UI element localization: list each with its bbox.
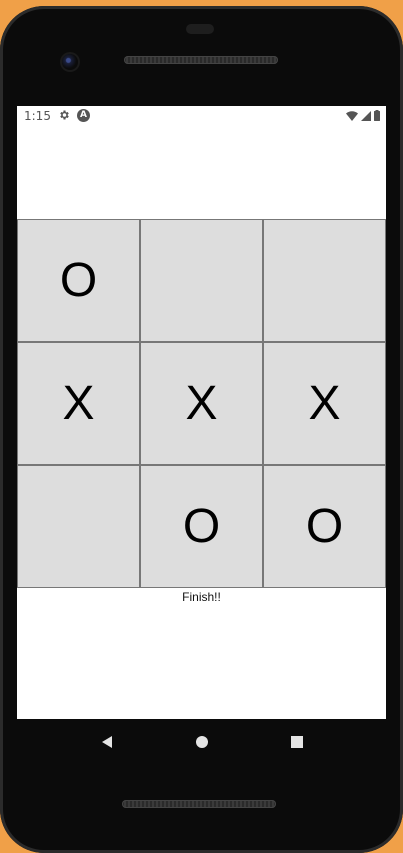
back-icon — [101, 736, 112, 748]
top-bezel-notch — [186, 24, 214, 34]
navigation-bar — [17, 719, 386, 765]
board-cell-2-2[interactable]: O — [263, 465, 386, 588]
board-cell-0-2[interactable] — [263, 219, 386, 342]
board-cell-1-2[interactable]: X — [263, 342, 386, 465]
settings-gear-icon — [60, 110, 69, 120]
home-icon — [195, 736, 208, 748]
signal-icon — [361, 110, 371, 121]
board-cell-1-1[interactable]: X — [140, 342, 263, 465]
board-cell-2-1[interactable]: O — [140, 465, 263, 588]
bottom-speaker-grille — [122, 800, 276, 808]
status-bar: 1:15 A — [17, 106, 386, 128]
home-button[interactable] — [182, 722, 222, 762]
recents-button[interactable] — [277, 722, 317, 762]
board-cell-0-1[interactable] — [140, 219, 263, 342]
board-cell-0-0[interactable]: O — [17, 219, 140, 342]
tic-tac-toe-board: O X X X O O — [17, 219, 386, 588]
screen: 1:15 A O X X X O O Finish!! — [17, 106, 386, 719]
phone-frame: 1:15 A O X X X O O Finish!! — [0, 6, 403, 853]
board-cell-1-0[interactable]: X — [17, 342, 140, 465]
back-button[interactable] — [87, 722, 127, 762]
battery-icon — [374, 110, 380, 121]
board-cell-2-0[interactable] — [17, 465, 140, 588]
a-circle-icon: A — [77, 109, 90, 122]
wifi-icon — [346, 110, 358, 121]
status-indicators — [346, 110, 380, 121]
recents-icon — [290, 736, 303, 748]
game-result-text: Finish!! — [182, 590, 221, 604]
status-time: 1:15 — [24, 109, 51, 123]
front-camera — [62, 54, 78, 70]
top-speaker-grille — [124, 56, 278, 64]
